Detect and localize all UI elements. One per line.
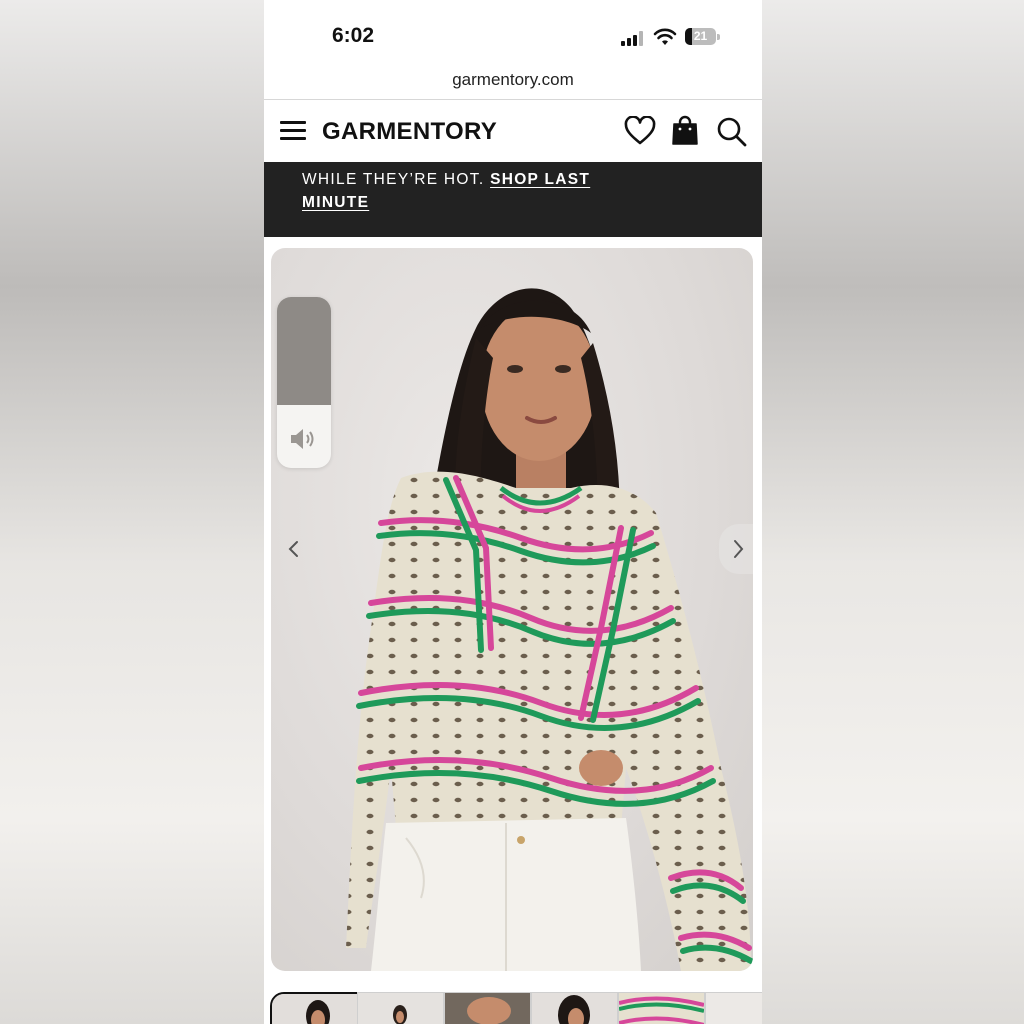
status-bar: 6:02 21 <box>264 0 762 62</box>
search-icon[interactable] <box>716 116 748 148</box>
site-header: GARMENTORY <box>264 100 762 162</box>
bag-icon[interactable] <box>671 114 699 146</box>
thumbnail-1[interactable] <box>270 992 359 1024</box>
menu-icon[interactable] <box>280 119 306 141</box>
backdrop-right <box>762 0 1024 1024</box>
thumbnail-strip <box>270 992 762 1024</box>
thumbnail-4[interactable] <box>531 992 618 1024</box>
thumbnail-6[interactable] <box>705 992 762 1024</box>
previous-image-arrow-icon[interactable] <box>281 534 305 564</box>
thumbnail-5[interactable] <box>618 992 705 1024</box>
heart-icon[interactable] <box>624 116 656 146</box>
promo-banner: WHILE THEY’RE HOT. SHOP LAST MINUTE <box>264 162 762 237</box>
volume-hud <box>277 297 331 468</box>
cellular-signal-icon <box>621 30 645 46</box>
thumbnail-3[interactable] <box>444 992 531 1024</box>
wifi-icon <box>653 28 677 45</box>
next-image-button[interactable] <box>719 524 753 574</box>
speaker-icon <box>291 429 314 449</box>
chevron-right-icon <box>734 540 744 558</box>
battery-level: 21 <box>693 29 708 43</box>
product-image[interactable] <box>271 248 753 971</box>
model-photo <box>346 288 753 971</box>
thumbnail-2[interactable] <box>357 992 444 1024</box>
status-time: 6:02 <box>332 24 375 47</box>
site-logo[interactable]: GARMENTORY <box>322 118 497 146</box>
phone-screen: 6:02 21 garmentory.com GARMENTORY WHILE … <box>264 0 762 1024</box>
promo-text: WHILE THEY’RE HOT. <box>302 171 485 188</box>
volume-level-track <box>277 297 331 405</box>
battery-icon: 21 <box>685 28 721 46</box>
address-bar[interactable]: garmentory.com <box>264 66 762 96</box>
promo-text-block: WHILE THEY’RE HOT. SHOP LAST MINUTE <box>302 168 622 214</box>
backdrop-left <box>0 0 264 1024</box>
